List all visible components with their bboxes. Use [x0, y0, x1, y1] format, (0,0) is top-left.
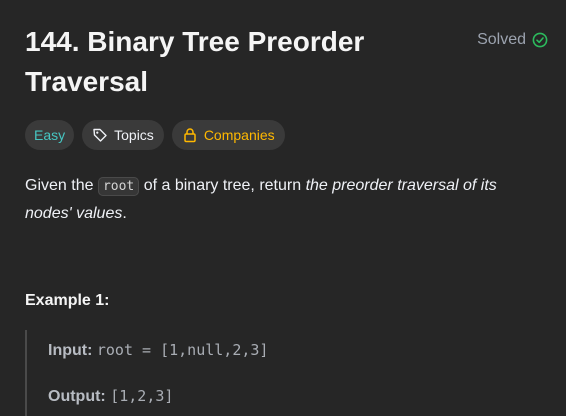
input-label: Input:	[48, 342, 93, 359]
lock-icon	[182, 127, 198, 143]
topics-button[interactable]: Topics	[82, 120, 164, 150]
description-prefix: Given the	[25, 177, 94, 194]
solved-label: Solved	[477, 31, 526, 48]
input-value: root = [1,null,2,3]	[96, 341, 269, 359]
problem-description: Given the root of a binary tree, return …	[25, 172, 545, 227]
tag-row: Easy Topics Companies	[25, 120, 285, 150]
inline-code-root: root	[97, 177, 140, 196]
output-label: Output:	[48, 388, 106, 405]
difficulty-label: Easy	[34, 127, 66, 143]
example-block: Input: root = [1,null,2,3] Output: [1,2,…	[25, 330, 525, 416]
example-input: Input: root = [1,null,2,3]	[48, 340, 268, 361]
companies-button[interactable]: Companies	[171, 120, 285, 150]
example-title: Example 1:	[25, 292, 110, 309]
example-output: Output: [1,2,3]	[48, 386, 173, 407]
check-circle-icon	[532, 32, 548, 48]
solved-status: Solved	[477, 31, 548, 49]
description-middle: of a binary tree, return	[143, 177, 302, 194]
topics-label: Topics	[114, 127, 154, 143]
description-suffix: .	[122, 205, 127, 222]
tag-icon	[92, 127, 108, 143]
companies-label: Companies	[203, 127, 275, 143]
problem-title: 144. Binary Tree Preorder Traversal	[25, 26, 365, 97]
difficulty-badge[interactable]: Easy	[25, 120, 75, 150]
output-value: [1,2,3]	[110, 387, 174, 405]
